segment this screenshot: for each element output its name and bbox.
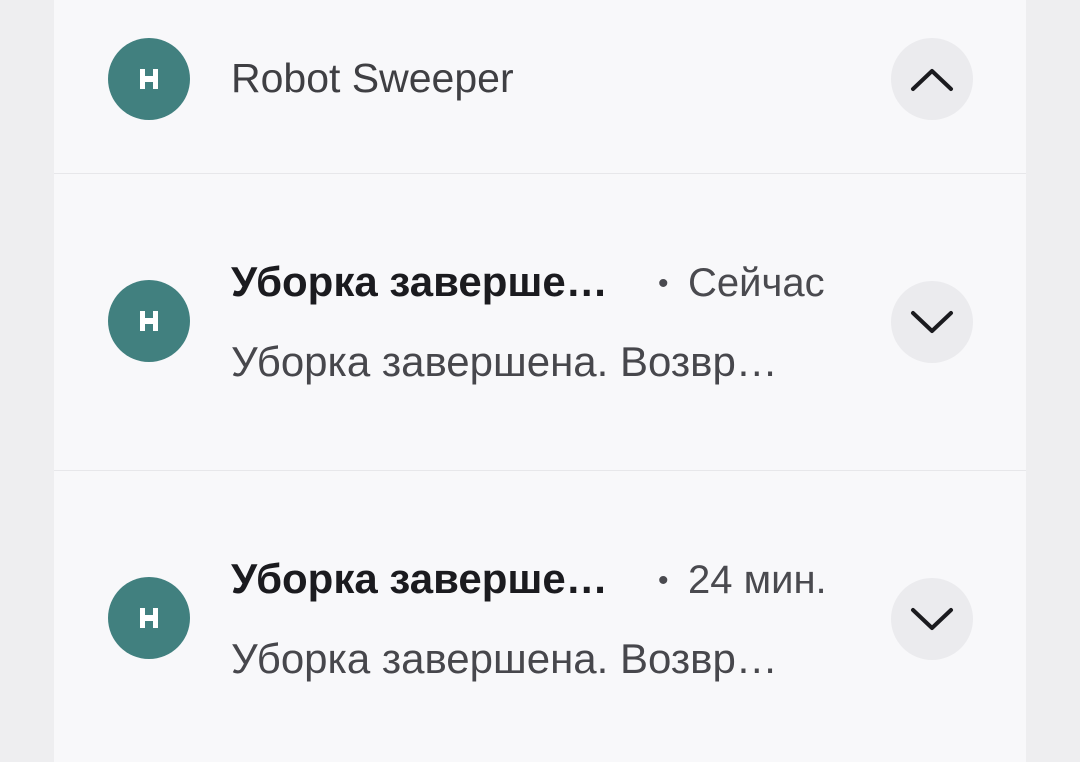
notification-title: Уборка заверше…: [231, 258, 608, 305]
chevron-down-icon: [911, 608, 953, 630]
chevron-up-icon: [911, 69, 953, 91]
notification-body: Уборка завершена. Возвр…: [231, 338, 778, 385]
robot-sweeper-app-icon: [108, 38, 190, 120]
expand-notification-button[interactable]: [891, 281, 973, 363]
expand-notification-button[interactable]: [891, 578, 973, 660]
robot-sweeper-app-icon: [108, 280, 190, 362]
notification-title: Уборка заверше…: [231, 555, 608, 602]
divider: [54, 173, 1026, 174]
notification-body: Уборка завершена. Возвр…: [231, 635, 778, 682]
notification-group-panel: Robot Sweeper Уборка заверше… • Сейчас У…: [54, 0, 1026, 762]
collapse-group-button[interactable]: [891, 38, 973, 120]
chevron-down-icon: [911, 311, 953, 333]
notification-time: 24 мин.: [688, 558, 827, 602]
notification-time: Сейчас: [688, 261, 825, 305]
divider: [54, 470, 1026, 471]
app-name: Robot Sweeper: [231, 55, 514, 101]
separator-dot: •: [658, 564, 669, 597]
robot-sweeper-app-icon: [108, 577, 190, 659]
separator-dot: •: [658, 267, 669, 300]
